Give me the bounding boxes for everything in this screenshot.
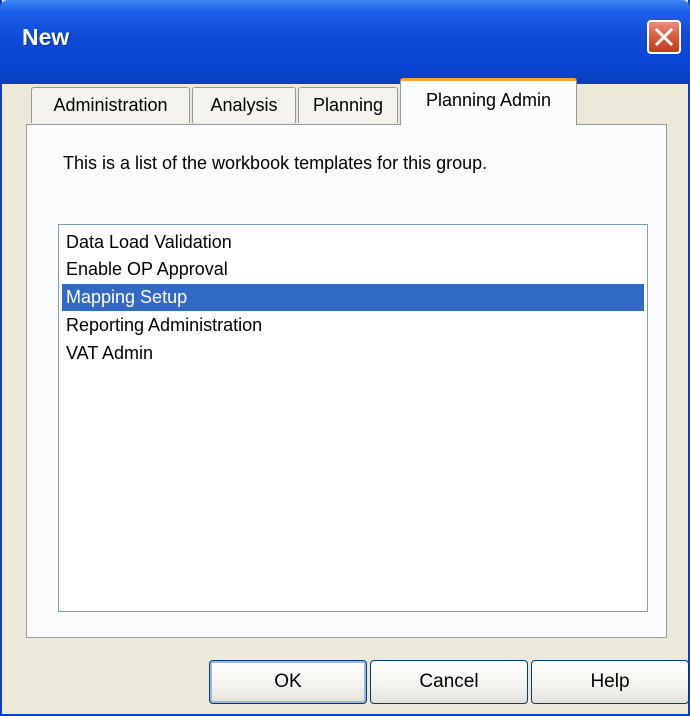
list-item[interactable]: Enable OP Approval	[62, 256, 644, 283]
templates-listbox[interactable]: Data Load Validation Enable OP Approval …	[58, 224, 648, 612]
panel-description: This is a list of the workbook templates…	[63, 153, 488, 173]
window-title: New	[22, 24, 70, 50]
tab-planning[interactable]: Planning	[298, 87, 398, 123]
tab-administration[interactable]: Administration	[31, 87, 190, 123]
tab-analysis[interactable]: Analysis	[192, 87, 296, 123]
cancel-button[interactable]: Cancel	[370, 660, 528, 704]
list-item[interactable]: VAT Admin	[62, 340, 644, 367]
list-item-selected[interactable]: Mapping Setup	[62, 284, 644, 311]
help-button[interactable]: Help	[531, 660, 689, 704]
close-icon	[655, 28, 673, 46]
title-bar[interactable]: New	[0, 0, 690, 84]
close-button[interactable]	[647, 20, 681, 54]
list-item[interactable]: Reporting Administration	[62, 312, 644, 339]
list-item[interactable]: Data Load Validation	[62, 229, 644, 256]
tab-planning-admin[interactable]: Planning Admin	[400, 78, 577, 125]
ok-button[interactable]: OK	[209, 660, 367, 704]
